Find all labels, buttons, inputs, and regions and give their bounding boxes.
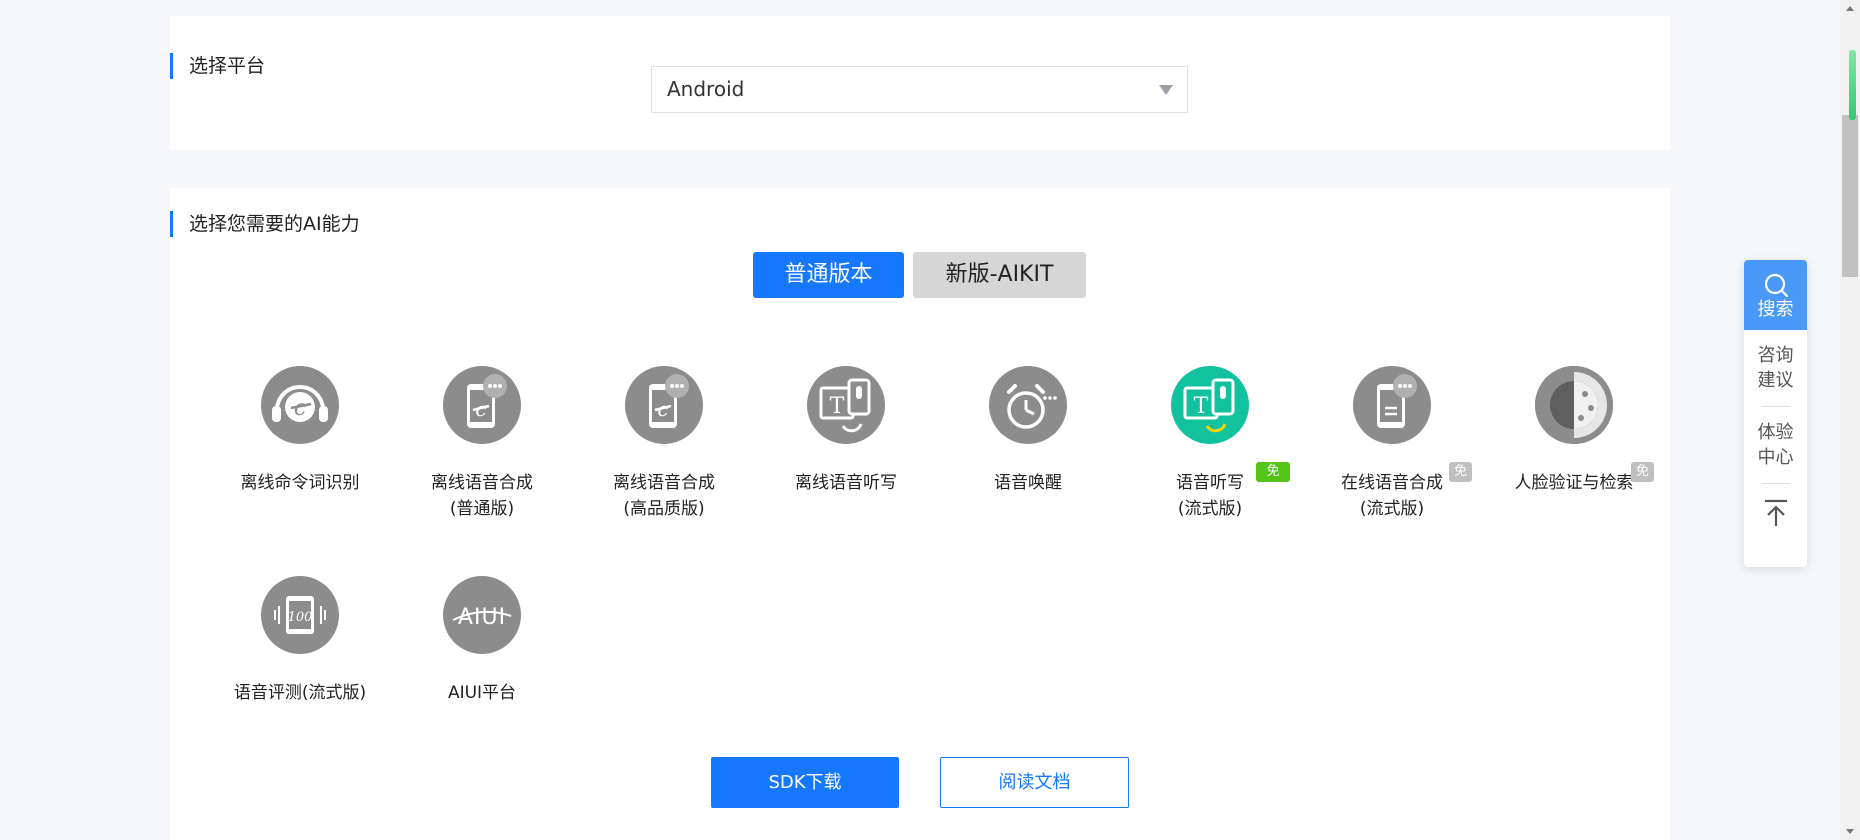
ability-label: 离线命令词识别	[220, 470, 380, 496]
platform-select[interactable]: Android	[651, 66, 1188, 113]
face-icon	[1535, 366, 1613, 444]
ability-item-online-tts-stream[interactable]: 在线语音合成 (流式版) 免费	[1312, 366, 1473, 526]
text-mic-icon: T	[807, 366, 885, 444]
scroll-progress-indicator	[1849, 50, 1856, 120]
side-search-button[interactable]: 搜索	[1744, 260, 1807, 330]
side-feedback-button[interactable]: 咨询 建议	[1744, 330, 1807, 406]
page-scrollbar[interactable]	[1840, 0, 1860, 840]
free-badge: 免费	[1631, 462, 1655, 499]
scrollbar-thumb[interactable]	[1842, 115, 1858, 277]
action-buttons: SDK下载 阅读文档	[711, 757, 1129, 808]
ability-item-aiui-platform[interactable]: AIUI AIUI平台	[402, 576, 562, 716]
arrow-up-to-top-icon	[1764, 499, 1787, 526]
svg-text:T: T	[830, 394, 845, 419]
svg-text:100: 100	[288, 610, 313, 625]
platform-panel: 选择平台 Android	[170, 16, 1670, 150]
ability-label-line1: 离线语音合成	[431, 473, 533, 493]
ability-label-line1: 离线命令词识别	[240, 473, 360, 493]
ability-label-line1: 人脸验证与检索	[1514, 473, 1634, 493]
chevron-down-icon	[1159, 85, 1173, 95]
side-search-label: 搜索	[1757, 299, 1794, 320]
tab-aikit-version[interactable]: 新版-AIKIT	[913, 252, 1086, 298]
read-docs-button[interactable]: 阅读文档	[940, 757, 1129, 808]
ability-label-line1: 离线语音合成	[613, 473, 715, 493]
scroll-down-icon[interactable]	[1846, 829, 1854, 834]
side-feedback-line2: 建议	[1757, 370, 1794, 391]
ability-label: 在线语音合成 (流式版)	[1312, 470, 1472, 522]
ability-item-dictation-stream[interactable]: T 语音听写 (流式版) 免费	[1130, 366, 1290, 526]
svg-text:c: c	[294, 396, 306, 421]
ability-item-offline-tts-standard[interactable]: c 离线语音合成 (普通版)	[402, 366, 562, 526]
phone-c-chat-icon: c	[443, 366, 521, 444]
ability-label: 离线语音合成 (普通版)	[402, 470, 562, 522]
scroll-up-icon[interactable]	[1846, 6, 1854, 11]
free-badge: 免费	[1449, 462, 1473, 499]
text-mic-icon: T	[1171, 366, 1249, 444]
ability-panel: 选择您需要的AI能力 普通版本 新版-AIKIT c 离线命令词识别 离线语音合…	[170, 188, 1670, 840]
headset-c-icon: c	[261, 366, 339, 444]
ability-label: 语音评测(流式版)	[220, 680, 380, 706]
side-experience-line2: 中心	[1757, 447, 1794, 468]
score-100-icon: 100	[261, 576, 339, 654]
ability-label-line1: 离线语音听写	[795, 473, 897, 493]
ability-label: 离线语音合成 (高品质版)	[584, 470, 744, 522]
ability-label-line2: (高品质版)	[623, 499, 705, 519]
side-toolbar: 搜索 咨询 建议 体验 中心	[1744, 260, 1807, 567]
side-experience-button[interactable]: 体验 中心	[1744, 407, 1807, 483]
ability-item-offline-command[interactable]: c 离线命令词识别	[220, 366, 380, 506]
ability-label-line1: 在线语音合成	[1341, 473, 1443, 493]
sdk-download-button[interactable]: SDK下载	[711, 757, 899, 808]
ability-label-line1: 语音评测(流式版)	[233, 683, 367, 703]
svg-text:T: T	[1194, 394, 1209, 419]
phone-chat-icon	[1353, 366, 1431, 444]
ability-label: AIUI平台	[402, 680, 562, 706]
ability-label: 语音唤醒	[948, 470, 1108, 496]
ability-item-voice-wakeup[interactable]: 语音唤醒	[948, 366, 1108, 506]
ability-item-offline-tts-hq[interactable]: c 离线语音合成 (高品质版)	[584, 366, 744, 526]
ability-item-speech-evaluation[interactable]: 100 语音评测(流式版)	[220, 576, 380, 716]
tab-standard-version[interactable]: 普通版本	[753, 252, 904, 298]
alarm-clock-icon	[989, 366, 1067, 444]
aiui-logo-icon: AIUI	[443, 576, 521, 654]
ability-label-line2: (流式版)	[1359, 499, 1425, 519]
ability-item-face-verification[interactable]: 人脸验证与检索 免费	[1494, 366, 1655, 506]
svg-text:AIUI: AIUI	[458, 605, 506, 630]
ability-label-line1: AIUI平台	[447, 683, 517, 703]
platform-select-value: Android	[667, 77, 745, 101]
version-tabs: 普通版本 新版-AIKIT	[753, 252, 1086, 298]
ability-label: 离线语音听写	[766, 470, 926, 496]
ability-label-line1: 语音唤醒	[994, 473, 1062, 493]
back-to-top-button[interactable]	[1744, 484, 1807, 540]
ability-label: 人脸验证与检索	[1494, 470, 1654, 496]
search-icon	[1764, 273, 1788, 298]
free-badge: 免费	[1256, 462, 1290, 499]
side-feedback-line1: 咨询	[1757, 345, 1794, 366]
ability-section-title: 选择您需要的AI能力	[170, 211, 360, 237]
platform-section-title: 选择平台	[170, 53, 265, 79]
side-experience-line1: 体验	[1757, 422, 1794, 443]
ability-label-line2: (普通版)	[449, 499, 515, 519]
phone-c-chat-icon: c	[625, 366, 703, 444]
ability-item-offline-dictation[interactable]: T 离线语音听写	[766, 366, 926, 506]
